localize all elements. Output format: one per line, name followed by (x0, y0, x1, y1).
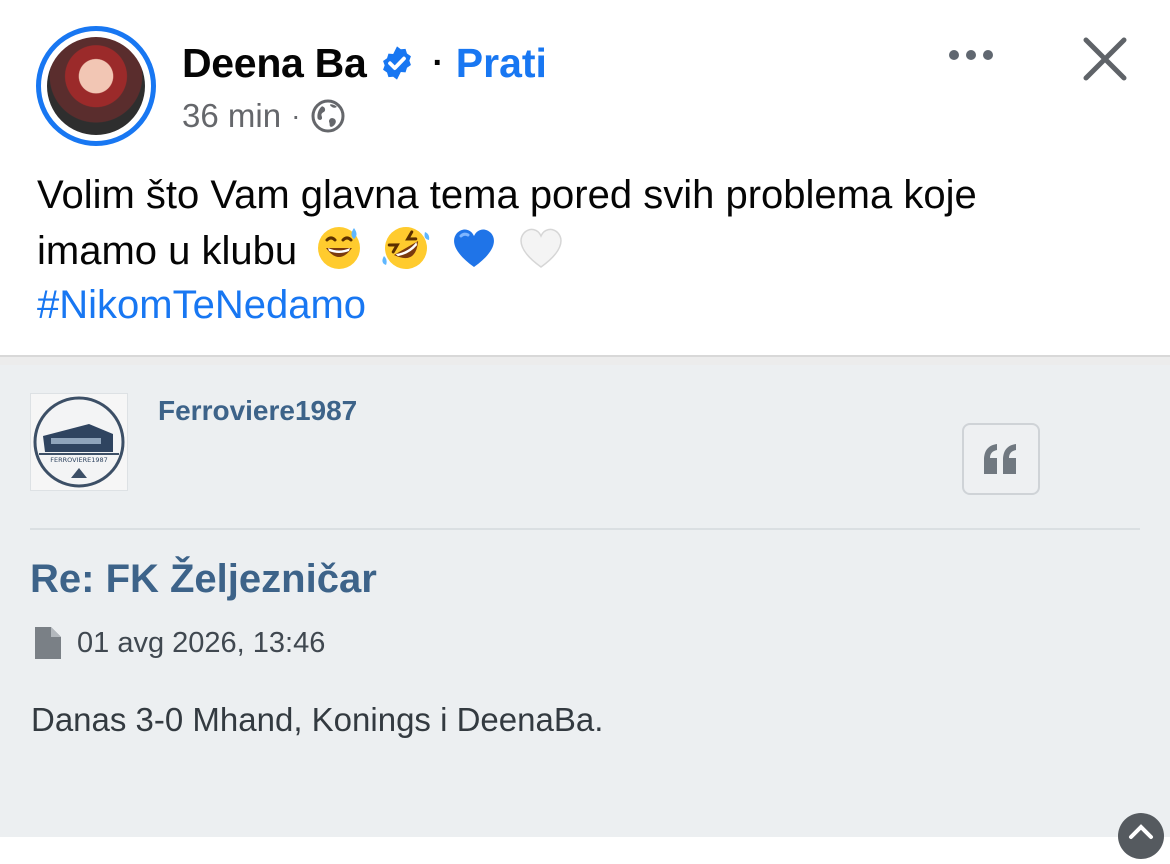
forum-username[interactable]: Ferroviere1987 (158, 395, 357, 427)
post-text-line-1: Volim što Vam glavna tema pored svih pro… (37, 173, 977, 217)
post-header: Deena Ba · Prati 36 min · (0, 0, 1170, 160)
rofl-emoji-icon (382, 227, 430, 269)
more-dot-icon (949, 50, 959, 60)
train-logo-icon: FERROVIERE1987 (33, 396, 125, 488)
more-dot-icon (966, 50, 976, 60)
white-heart-emoji-icon (520, 228, 562, 268)
forum-divider (30, 528, 1140, 530)
chevron-up-icon (1129, 824, 1153, 839)
author-line: Deena Ba · Prati (182, 38, 547, 88)
shared-image-forum-post[interactable]: FERROVIERE1987 Ferroviere1987 Re: FK Žel… (0, 365, 1170, 859)
post-timestamp[interactable]: 36 min (182, 97, 281, 135)
verified-badge-icon (383, 46, 412, 80)
forum-post-body: Danas 3-0 Mhand, Konings i DeenaBa. (31, 701, 604, 738)
forum-post-date: 01 avg 2026, 13:46 (77, 626, 326, 659)
author-name[interactable]: Deena Ba (182, 40, 367, 87)
post-meta: 36 min · (182, 96, 346, 136)
more-dot-icon (983, 50, 993, 60)
post-text-line-2: imamo u klubu (37, 229, 298, 273)
forum-post-title[interactable]: Re: FK Željezničar (30, 557, 377, 602)
forum-avatar: FERROVIERE1987 (30, 393, 128, 491)
meta-separator: · (291, 100, 301, 131)
quote-icon (984, 444, 1016, 474)
divider (0, 355, 1170, 365)
file-icon (35, 627, 61, 659)
forum-avatar-text: FERROVIERE1987 (50, 456, 108, 464)
blue-heart-emoji-icon (453, 229, 494, 267)
post-text: Volim što Vam glavna tema pored svih pro… (37, 168, 1147, 278)
follow-button[interactable]: Prati (456, 40, 547, 87)
quote-button[interactable] (962, 423, 1040, 495)
close-icon[interactable] (1074, 28, 1136, 90)
hashtag-link[interactable]: #NikomTeNedamo (37, 278, 366, 332)
avatar-image (47, 37, 145, 135)
more-options-button[interactable] (940, 30, 1002, 80)
globe-icon[interactable] (310, 98, 346, 134)
separator-dot: · (432, 43, 444, 82)
sweat-smile-emoji-icon (318, 227, 361, 269)
author-avatar[interactable] (36, 26, 156, 146)
scroll-to-top-button[interactable] (1118, 813, 1164, 859)
forum-post-date-row: 01 avg 2026, 13:46 (33, 623, 325, 663)
